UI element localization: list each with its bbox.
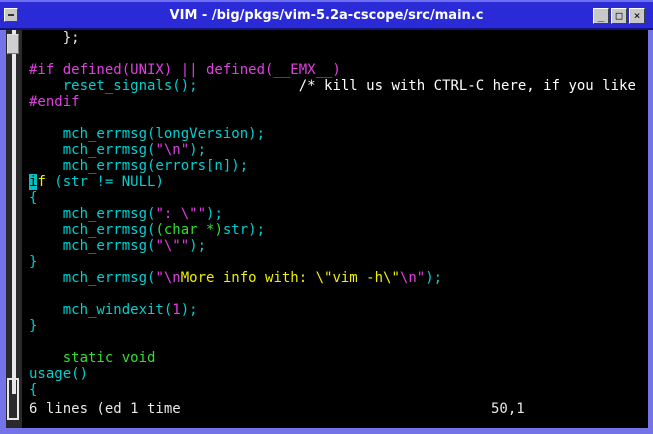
code-line: static void <box>29 350 156 366</box>
code-line: { <box>29 190 38 206</box>
code-line: mch_errmsg("\n"); <box>29 142 207 158</box>
code-line: } <box>29 318 38 334</box>
minimize-button[interactable]: _ <box>593 8 609 24</box>
code-line: usage() <box>29 366 89 382</box>
code-line: mch_errmsg((char *)str); <box>29 222 266 238</box>
title-bar[interactable]: VIM - /big/pkgs/vim-5.2a-cscope/src/main… <box>0 0 653 30</box>
code-line: { <box>29 382 38 398</box>
scrollbar-bottom-handle[interactable] <box>7 378 19 420</box>
code-line: } <box>29 254 38 270</box>
code-line: reset_signals(); /* kill us with CTRL-C … <box>29 78 645 94</box>
scrollbar-trough[interactable] <box>12 30 16 394</box>
maximize-button[interactable]: □ <box>611 8 627 24</box>
scrollbar-thumb[interactable] <box>7 34 19 54</box>
code-line: mch_errmsg(": \""); <box>29 206 223 222</box>
code-line: mch_windexit(1); <box>29 302 198 318</box>
code-line: #endif <box>29 94 80 110</box>
code-line: if (str != NULL) <box>29 174 164 190</box>
close-button[interactable]: × <box>629 8 645 24</box>
code-line: mch_errmsg("\""); <box>29 238 207 254</box>
code-line: #if defined(UNIX) || defined(__EMX__) <box>29 62 341 78</box>
cursor-position-ruler: 50,1 <box>491 401 525 417</box>
window-frame-bottom <box>0 428 653 434</box>
code-line: mch_errmsg(errors[n]); <box>29 158 249 174</box>
code-line: mch_errmsg(longVersion); <box>29 126 266 142</box>
window-title: VIM - /big/pkgs/vim-5.2a-cscope/src/main… <box>169 8 484 23</box>
editor-text-area[interactable]: }; #if defined(UNIX) || defined(__EMX__)… <box>29 30 645 398</box>
code-line: }; <box>29 30 80 46</box>
window-frame-right <box>648 30 653 434</box>
code-line: mch_errmsg("\nMore info with: \"vim -h\"… <box>29 270 443 286</box>
status-message: 6 lines (ed 1 time <box>29 401 181 417</box>
